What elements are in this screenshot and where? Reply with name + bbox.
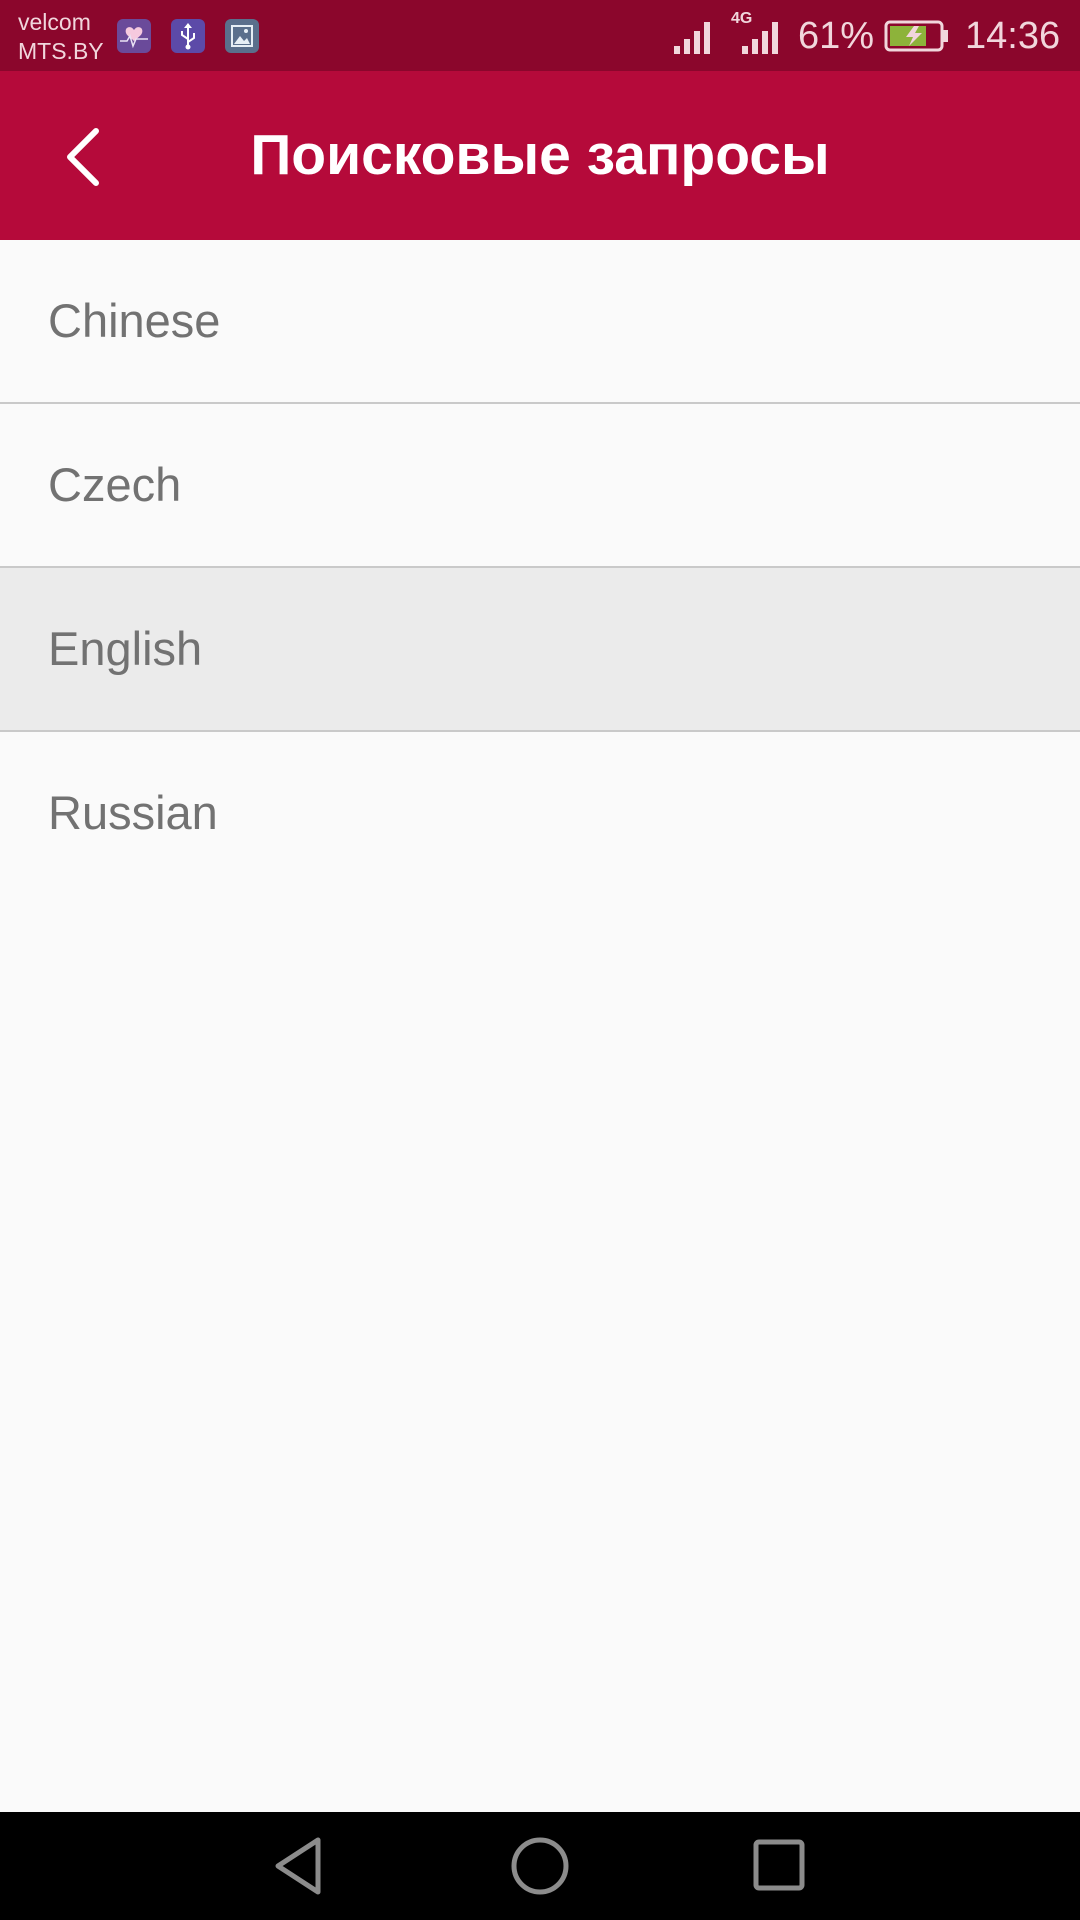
nav-back-button[interactable]: [260, 1826, 340, 1906]
list-item-english[interactable]: English: [0, 568, 1080, 732]
battery-charging-icon: [884, 20, 948, 52]
battery-percent: 61%: [798, 15, 875, 57]
gallery-icon: [225, 19, 259, 53]
list-item-label: Russian: [48, 786, 218, 839]
app-bar: Поисковые запросы: [0, 71, 1080, 240]
list-item-chinese[interactable]: Chinese: [0, 240, 1080, 404]
home-circle-icon: [511, 1837, 569, 1895]
screen: velcom MTS.BY 4G 61% 14:36 Поисковые зап…: [0, 0, 1080, 1920]
navigation-bar: [0, 1812, 1080, 1920]
chevron-left-icon: [67, 128, 99, 186]
nav-home-button[interactable]: [500, 1826, 580, 1906]
recents-square-icon: [753, 1839, 805, 1891]
usb-icon: [171, 19, 205, 53]
list-item-russian[interactable]: Russian: [0, 732, 1080, 894]
list-item-label: Czech: [48, 458, 182, 511]
language-list: Chinese Czech English Russian: [0, 240, 1080, 894]
signal-strength-4g-icon: [742, 22, 778, 54]
carrier-info: velcom MTS.BY: [18, 8, 104, 66]
status-bar: velcom MTS.BY 4G 61% 14:36: [0, 0, 1080, 71]
list-item-label: Chinese: [48, 294, 221, 347]
carrier-primary: velcom: [18, 9, 91, 35]
signal-strength-icon: [674, 22, 710, 54]
health-icon: [117, 19, 151, 53]
nav-recents-button[interactable]: [740, 1826, 820, 1906]
list-item-label: English: [48, 622, 203, 675]
list-item-czech[interactable]: Czech: [0, 404, 1080, 568]
page-title: Поисковые запросы: [250, 123, 830, 187]
carrier-secondary: MTS.BY: [18, 38, 104, 64]
back-triangle-icon: [275, 1837, 321, 1895]
back-button[interactable]: [48, 107, 128, 203]
clock: 14:36: [965, 15, 1061, 57]
